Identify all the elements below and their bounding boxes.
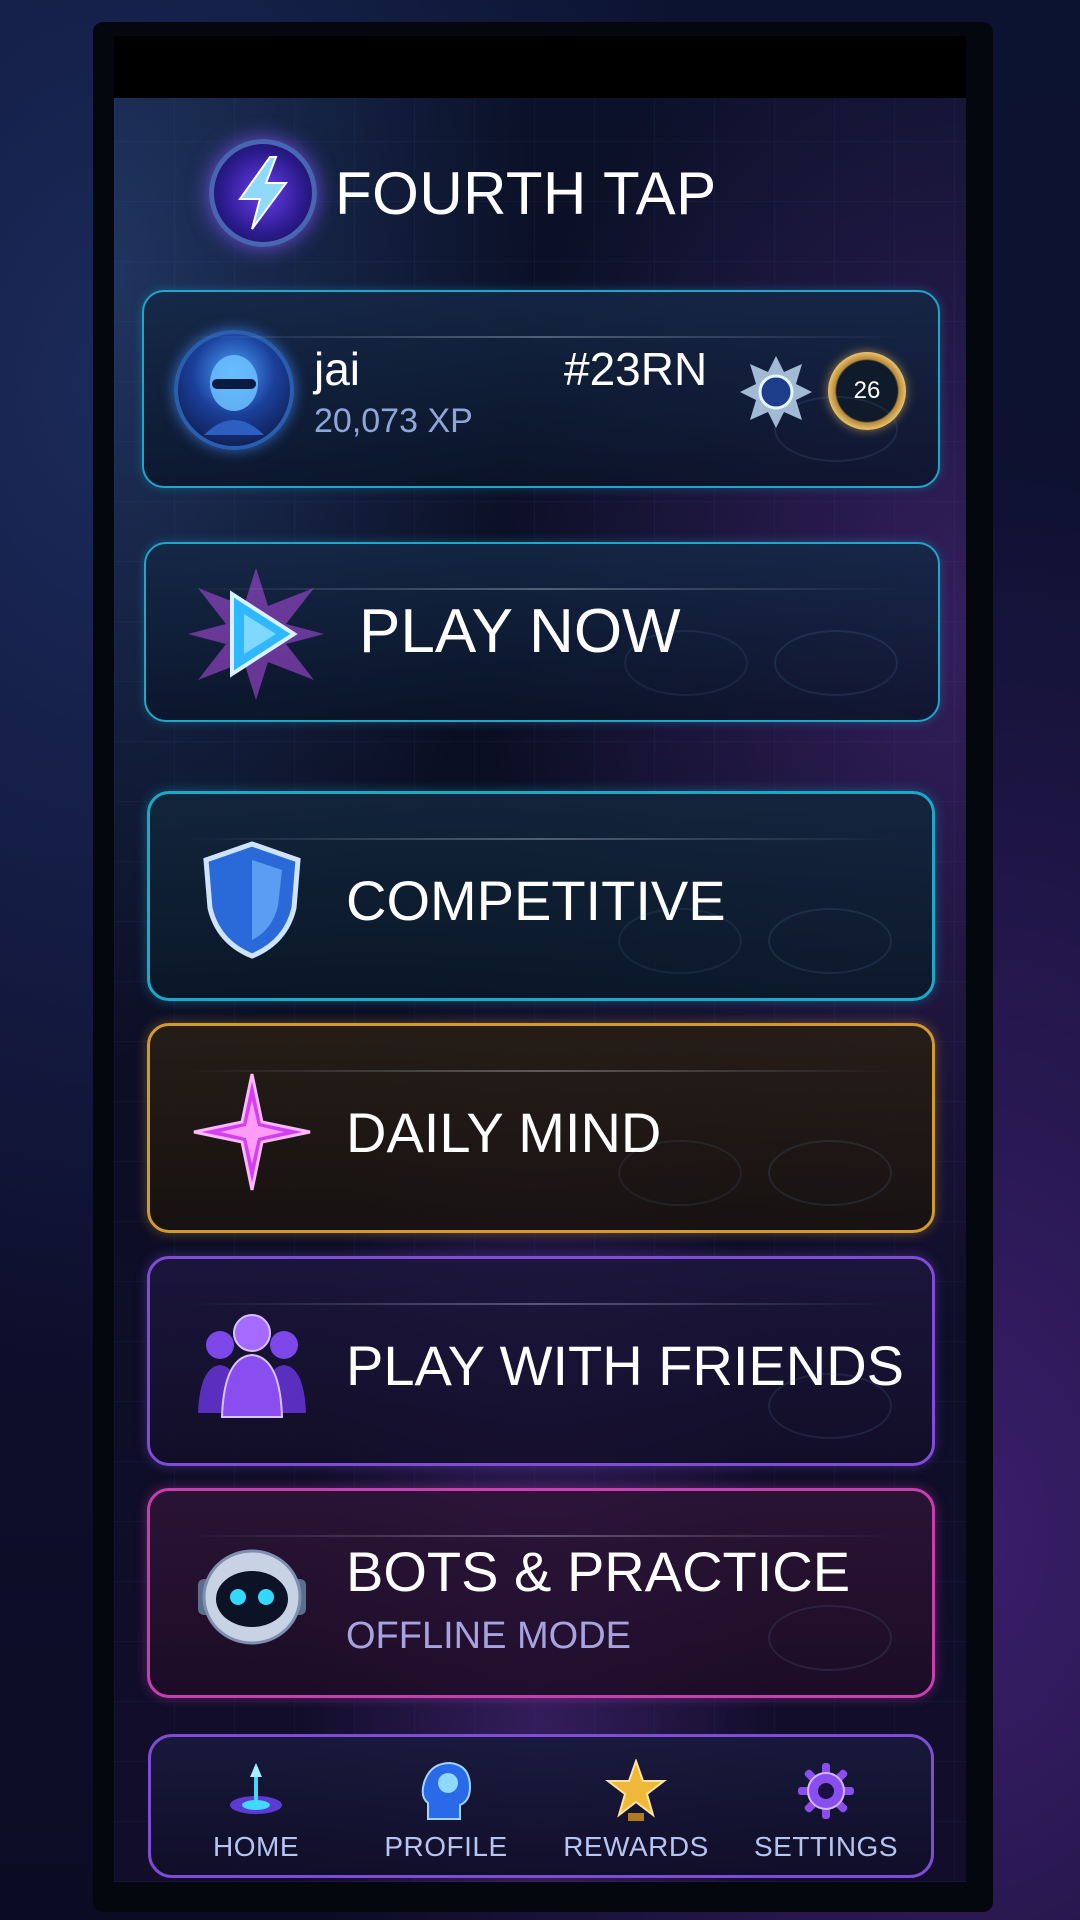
decorative-ring xyxy=(768,1373,892,1439)
friends-group-icon xyxy=(190,1303,314,1427)
app-header: FOURTH TAP xyxy=(209,138,717,248)
decorative-ring xyxy=(618,1140,742,1206)
play-now-button[interactable]: PLAY NOW xyxy=(144,542,940,722)
mode-sublabel: OFFLINE MODE xyxy=(346,1615,632,1657)
shield-icon xyxy=(190,838,314,962)
sparkle-star-icon xyxy=(190,1070,314,1194)
gear-icon xyxy=(794,1759,858,1823)
decorative-ring xyxy=(768,1605,892,1671)
mode-label: BOTS & PRACTICE xyxy=(346,1540,851,1603)
decorative-ring xyxy=(624,630,748,696)
profile-card[interactable]: jai 20,073 XP #23RN 26 xyxy=(142,290,940,488)
nav-item-settings[interactable]: SETTINGS xyxy=(731,1759,921,1863)
nav-item-profile[interactable]: PROFILE xyxy=(351,1759,541,1863)
decorative-ring xyxy=(768,1140,892,1206)
robot-icon xyxy=(190,1535,314,1659)
mode-label: DAILY MIND xyxy=(346,1101,662,1164)
trophy-star-icon xyxy=(604,1757,668,1823)
decorative-ring xyxy=(618,908,742,974)
nav-label: REWARDS xyxy=(563,1831,709,1862)
nav-label: HOME xyxy=(213,1831,299,1862)
player-tag: #23RN xyxy=(564,343,708,395)
app-title: FOURTH TAP xyxy=(335,159,717,227)
nav-item-rewards[interactable]: REWARDS xyxy=(541,1757,731,1863)
brain-head-icon xyxy=(414,1759,478,1823)
decorative-ring xyxy=(774,630,898,696)
xp-value: 20,073 XP xyxy=(314,402,473,440)
nav-label: SETTINGS xyxy=(753,1831,898,1862)
avatar[interactable] xyxy=(174,330,294,450)
nav-label: PROFILE xyxy=(384,1831,508,1862)
decorative-ring xyxy=(768,908,892,974)
home-portal-icon xyxy=(224,1759,288,1823)
daily-mind-mode-button[interactable]: DAILY MIND xyxy=(147,1023,935,1233)
play-crystal-icon xyxy=(186,566,326,702)
nav-item-home[interactable]: HOME xyxy=(161,1759,351,1863)
username: jai xyxy=(314,343,361,395)
status-bar xyxy=(114,36,966,98)
bottom-nav: HOME PROFILE REWARDS SETTINGS xyxy=(148,1734,934,1878)
lightning-bolt-icon xyxy=(209,139,317,247)
decorative-ring xyxy=(774,396,898,462)
app-screen: FOURTH TAP jai 20,073 XP #23RN 26 PLAY N… xyxy=(114,98,966,1882)
bots-practice-button[interactable]: BOTS & PRACTICE OFFLINE MODE xyxy=(147,1488,935,1698)
play-with-friends-button[interactable]: PLAY WITH FRIENDS xyxy=(147,1256,935,1466)
competitive-mode-button[interactable]: COMPETITIVE xyxy=(147,791,935,1001)
